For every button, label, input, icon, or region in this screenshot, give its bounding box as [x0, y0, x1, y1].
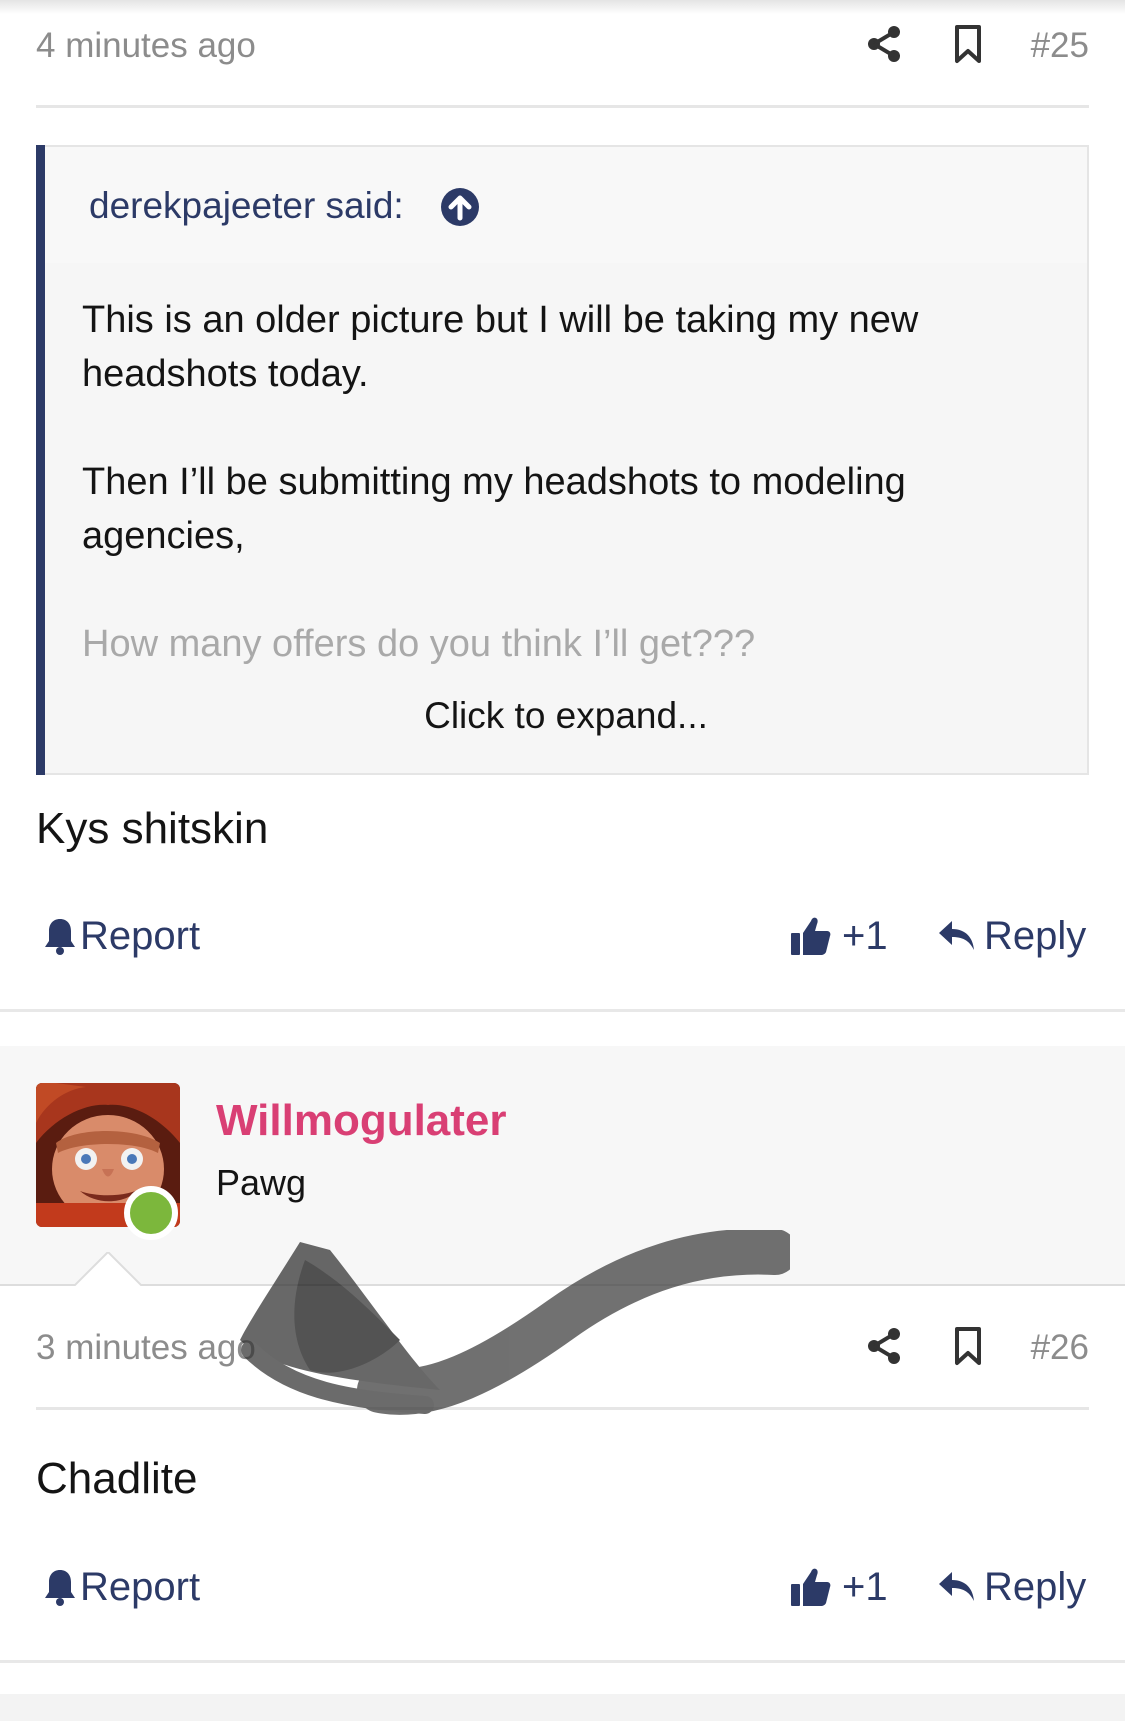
quote-line: Then I’ll be submitting my headshots to … — [82, 461, 906, 503]
report-label: Report — [80, 913, 201, 958]
post-divider — [0, 1660, 1125, 1663]
reply-icon — [938, 919, 976, 953]
like-button[interactable]: +1 — [790, 1562, 888, 1612]
bell-icon — [44, 917, 76, 955]
quote-line: headshots today. — [82, 353, 369, 395]
arrow-up-circle-icon[interactable] — [440, 187, 480, 227]
post-26-user-block: Willmogulater Pawg — [0, 1046, 1125, 1286]
reply-label: Reply — [984, 1564, 1087, 1609]
post-timestamp[interactable]: 4 minutes ago — [36, 26, 256, 66]
expand-quote-link[interactable]: Click to expand... — [45, 695, 1087, 737]
meta-divider — [36, 105, 1089, 108]
post-25-meta: 4 minutes ago #25 — [36, 14, 1089, 74]
share-icon[interactable] — [864, 1326, 904, 1366]
bell-icon — [44, 1568, 76, 1606]
reply-button[interactable]: Reply — [938, 911, 1086, 961]
post-timestamp[interactable]: 3 minutes ago — [36, 1328, 256, 1368]
quote-line: This is an older picture but I will be t… — [82, 299, 919, 341]
reply-icon — [938, 1570, 976, 1604]
post-number[interactable]: #25 — [1031, 26, 1089, 66]
meta-divider — [36, 1407, 1089, 1410]
username[interactable]: Willmogulater — [216, 1096, 507, 1146]
like-count: +1 — [842, 913, 888, 958]
post-divider — [0, 1009, 1125, 1012]
user-block-divider — [0, 1284, 1125, 1286]
report-label: Report — [80, 1564, 201, 1609]
header-shadow — [0, 0, 1125, 14]
quote-accent-bar — [36, 145, 45, 775]
share-icon[interactable] — [864, 24, 904, 64]
pointer-notch — [74, 1252, 142, 1286]
thumbs-up-icon — [790, 1566, 832, 1608]
thread-page: 4 minutes ago #25 derekpajeeter said: Th… — [0, 0, 1125, 1721]
quote-header: derekpajeeter said: — [45, 147, 1087, 263]
bookmark-icon[interactable] — [948, 24, 988, 64]
report-button[interactable]: Report — [44, 1562, 200, 1612]
post-body: Chadlite — [36, 1454, 198, 1503]
like-button[interactable]: +1 — [790, 911, 888, 961]
reply-label: Reply — [984, 913, 1087, 958]
post-body: Kys shitskin — [36, 804, 269, 853]
bookmark-icon[interactable] — [948, 1326, 988, 1366]
reply-button[interactable]: Reply — [938, 1562, 1086, 1612]
like-count: +1 — [842, 1564, 888, 1609]
thumbs-up-icon — [790, 915, 832, 957]
user-title: Pawg — [216, 1162, 307, 1203]
next-post-band — [0, 1694, 1125, 1721]
post-26-meta: 3 minutes ago #26 — [36, 1316, 1089, 1376]
quote-block: derekpajeeter said: This is an older pic… — [36, 145, 1089, 775]
post-number[interactable]: #26 — [1031, 1328, 1089, 1368]
quote-author[interactable]: derekpajeeter said: — [89, 185, 404, 227]
online-status-indicator — [124, 1186, 178, 1240]
quote-line: agencies, — [82, 515, 245, 557]
report-button[interactable]: Report — [44, 911, 200, 961]
quote-line-faded: How many offers do you think I’ll get??? — [82, 623, 756, 665]
